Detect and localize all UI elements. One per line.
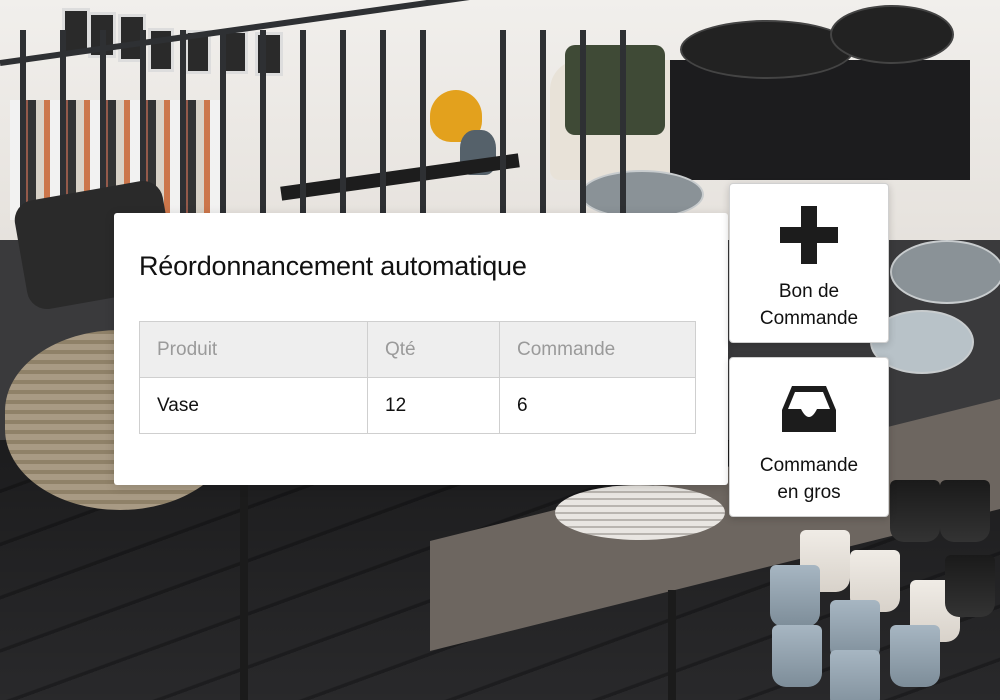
stacked-plates — [555, 485, 725, 540]
grey-bowl — [580, 170, 704, 219]
railing — [420, 30, 426, 230]
railing — [300, 30, 306, 230]
column-header-order: Commande — [499, 321, 696, 378]
ceramic-cup — [770, 565, 820, 627]
table-leg — [668, 590, 676, 700]
ceramic-cup — [830, 650, 880, 700]
column-header-quantity: Qté — [367, 321, 500, 378]
railing — [380, 30, 386, 230]
ceramic-cup — [890, 480, 940, 542]
card-title: Réordonnancement automatique — [139, 251, 527, 281]
plus-icon — [780, 206, 838, 264]
cell-order: 6 — [499, 377, 696, 434]
table-header-row: Produit Qté Commande — [139, 321, 696, 378]
railing — [500, 30, 506, 230]
bulk-order-label: Commande en gros — [759, 455, 859, 503]
reorder-table: Produit Qté Commande Vase 12 6 — [139, 321, 696, 434]
railing — [260, 30, 266, 230]
table-leg — [240, 480, 248, 700]
dark-shelf — [670, 60, 970, 180]
purchase-order-label: Bon de Commande — [759, 281, 859, 329]
column-header-product: Produit — [139, 321, 368, 378]
bulk-order-button[interactable]: Commande en gros — [729, 357, 889, 517]
cell-product: Vase — [139, 377, 368, 434]
ceramic-cup — [945, 555, 995, 617]
ceramic-cup — [772, 625, 822, 687]
inbox-tray-icon — [782, 386, 836, 432]
railing — [540, 30, 546, 230]
dark-bowls — [830, 5, 954, 64]
railing — [220, 30, 226, 230]
purchase-order-button[interactable]: Bon de Commande — [729, 183, 889, 343]
railing — [20, 30, 26, 230]
ceramic-bowls — [890, 240, 1000, 304]
wall-photo — [148, 28, 174, 72]
ceramic-cup — [890, 625, 940, 687]
railing — [340, 30, 346, 230]
railing — [580, 30, 586, 230]
table-row: Vase 12 6 — [139, 377, 696, 434]
railing — [180, 30, 186, 230]
dark-bowls — [680, 20, 854, 79]
cell-quantity: 12 — [367, 377, 500, 434]
auto-reorder-card: Réordonnancement automatique Produit Qté… — [114, 213, 728, 485]
ceramic-cup — [940, 480, 990, 542]
railing — [620, 30, 626, 230]
